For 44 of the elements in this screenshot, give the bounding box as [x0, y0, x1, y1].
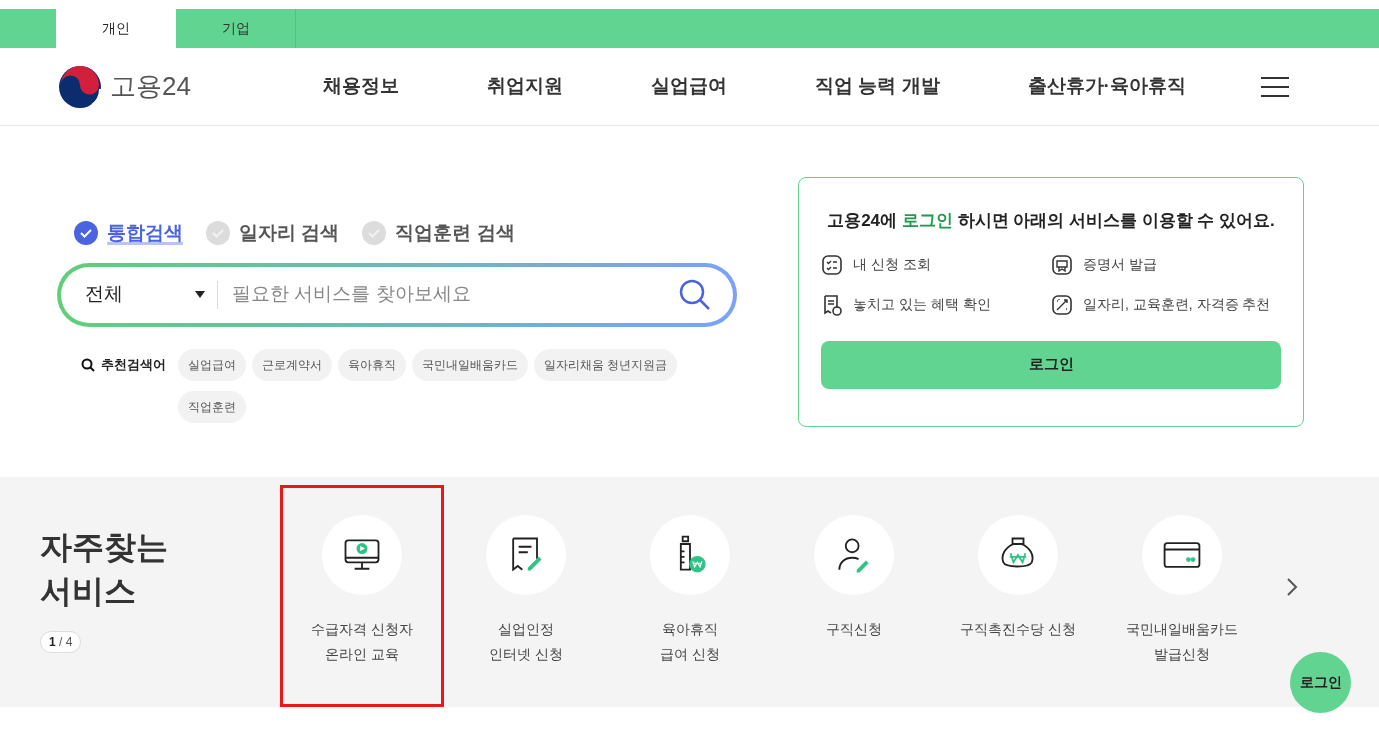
service-link[interactable]: 육아휴직 급여 신청 [660, 617, 720, 667]
login-button[interactable]: 로그인 [821, 340, 1281, 389]
keyword-chip[interactable]: 국민내일배움카드 [412, 348, 528, 381]
section-title: 자주찾는 서비스 [40, 528, 169, 611]
keyword-chip[interactable]: 직업훈련 [178, 390, 246, 423]
wand-icon [1051, 293, 1073, 316]
search-mode-tab[interactable]: 직업훈련 검색 [395, 219, 515, 248]
service-link[interactable]: 국민내일배움카드 발급신청 [1126, 617, 1238, 667]
logo-icon [58, 64, 102, 109]
logo-text: 고용24 [110, 70, 191, 103]
caret-icon [195, 291, 205, 298]
feature-label: 일자리, 교육훈련, 자격증 추천 [1083, 295, 1271, 314]
audience-tab[interactable]: 개인 [56, 9, 176, 48]
login-link[interactable]: 로그인 [901, 211, 953, 230]
category-select[interactable]: 전체 [85, 280, 195, 309]
search-mode-tab[interactable]: 통합검색 [107, 219, 183, 248]
keyword-chip[interactable]: 실업급여 [178, 348, 246, 381]
search-mode-tab[interactable]: 일자리 검색 [239, 219, 340, 248]
nav-link[interactable]: 출산휴가·육아휴직 [1027, 72, 1186, 101]
chevron-right-icon[interactable] [1286, 577, 1298, 597]
nav-link[interactable]: 직업 능력 개발 [815, 72, 940, 101]
checklist-icon [821, 253, 843, 276]
page-indicator: 1 / 4 [40, 631, 82, 653]
nav-link[interactable]: 취업지원 [487, 72, 563, 101]
login-message: 고용24에 로그인 하시면 아래의 서비스를 이용할 수 있어요. [826, 210, 1276, 232]
receipt-icon [821, 293, 843, 316]
search-field[interactable]: 전체 필요한 서비스를 찾아보세요 [57, 262, 737, 327]
search-icon[interactable] [679, 278, 711, 311]
feature-label: 놓치고 있는 혜택 확인 [853, 295, 991, 314]
menu-icon[interactable] [1261, 76, 1289, 97]
recommended-label: 추천검색어 [101, 355, 166, 374]
feature-label: 증명서 발급 [1083, 255, 1157, 274]
keyword-chip[interactable]: 근로계약서 [252, 348, 332, 381]
service-link[interactable]: 수급자격 신청자 온라인 교육 [311, 617, 413, 667]
keyword-chip[interactable]: 육아휴직 [338, 348, 406, 381]
search-icon [81, 357, 95, 372]
nav-link[interactable]: 채용정보 [323, 72, 399, 101]
feature-label: 내 신청 조회 [853, 255, 931, 274]
service-link[interactable]: 구직촉진수당 신청 [960, 617, 1076, 642]
document-icon [1051, 253, 1073, 276]
keyword-chip[interactable]: 일자리채움 청년지원금 [534, 348, 678, 381]
nav-link[interactable]: 실업급여 [651, 72, 727, 101]
service-link[interactable]: 구직신청 [826, 617, 882, 642]
service-link[interactable]: 실업인정 인터넷 신청 [489, 617, 563, 667]
